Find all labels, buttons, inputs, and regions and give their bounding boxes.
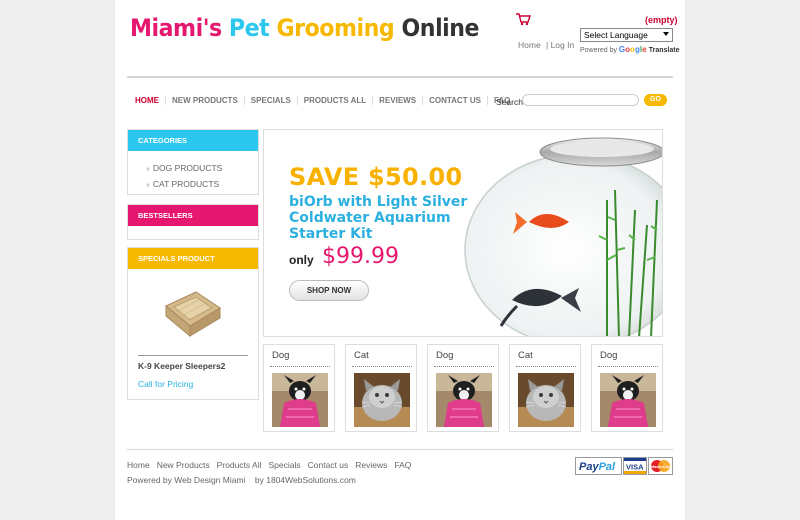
- product-label: Dog: [600, 350, 618, 361]
- header-divider: [127, 76, 673, 78]
- footer-link-new-products[interactable]: New Products: [157, 460, 210, 470]
- footer-nav: Home New Products Products All Specials Cont…: [127, 460, 418, 470]
- footer-credits: Powered by Web Design Miami by 1804WebSo…: [127, 475, 356, 485]
- cat-image[interactable]: [354, 373, 410, 427]
- categories-list: » DOG PRODUCTS » CAT PRODUCTS: [128, 151, 258, 193]
- footer-divider: [127, 449, 673, 450]
- footer-powered-link[interactable]: Powered by Web Design Miami: [127, 475, 245, 485]
- footer-link-home[interactable]: Home: [127, 460, 150, 470]
- nav-reviews[interactable]: REVIEWS: [373, 96, 424, 105]
- visa-icon: VISA: [623, 457, 647, 475]
- shop-now-button[interactable]: SHOP NOW: [289, 280, 369, 301]
- paypal-icon: PayPal: [575, 457, 622, 475]
- search-button[interactable]: GO: [644, 94, 667, 106]
- footer-by-link[interactable]: by 1804WebSolutions.com: [255, 475, 356, 485]
- banner-only-text: only: [289, 253, 314, 267]
- bullet-icon: »: [146, 182, 150, 189]
- cat-image[interactable]: [518, 373, 574, 427]
- product-label: Dog: [436, 350, 454, 361]
- mastercard-icon: MasterCard: [648, 457, 673, 475]
- svg-text:MasterCard: MasterCard: [651, 465, 673, 469]
- google-translate-credit: Powered by Google Translate: [580, 45, 680, 54]
- logo-part-miami: Miami's: [130, 14, 229, 42]
- header-login-link[interactable]: | Log In: [546, 40, 574, 50]
- svg-text:PayPal: PayPal: [579, 461, 616, 473]
- language-select-value: Select Language: [584, 30, 648, 40]
- product-card[interactable]: Dog: [427, 344, 499, 432]
- google-logo: Google: [618, 45, 647, 54]
- chevron-down-icon: [663, 32, 669, 36]
- page: Miami's Pet Grooming Online (empty) Sele…: [115, 0, 685, 520]
- bestsellers-title: BESTSELLERS: [128, 205, 258, 226]
- specials-box: SPECIALS PRODUCT K-9 Keeper Sleepers2 Ca…: [127, 247, 259, 400]
- banner-price: $99.99: [322, 244, 399, 269]
- footer-link-specials[interactable]: Specials: [269, 460, 301, 470]
- footer-link-reviews[interactable]: Reviews: [355, 460, 387, 470]
- footer-link-contact-us[interactable]: Contact us: [308, 460, 349, 470]
- logo-part-grooming: Grooming: [276, 14, 402, 42]
- svg-text:VISA: VISA: [626, 463, 644, 472]
- nav-specials[interactable]: SPECIALS: [245, 96, 298, 105]
- cart-status[interactable]: (empty): [645, 15, 678, 25]
- special-divider: [138, 355, 248, 356]
- logo-part-online: Online: [401, 14, 480, 42]
- dog-image[interactable]: [600, 373, 656, 427]
- categories-title: CATEGORIES: [128, 130, 258, 151]
- header-home-link[interactable]: Home: [518, 40, 541, 50]
- cart-icon[interactable]: [515, 12, 531, 26]
- nav-contact-us[interactable]: CONTACT US: [423, 96, 488, 105]
- footer-link-products-all[interactable]: Products All: [217, 460, 262, 470]
- category-cat-products[interactable]: » CAT PRODUCTS: [146, 177, 258, 193]
- translate-text: Translate: [648, 47, 680, 54]
- dog-image[interactable]: [436, 373, 492, 427]
- powered-by-text: Powered by: [580, 47, 617, 54]
- product-divider: [434, 366, 494, 367]
- product-card[interactable]: Cat: [345, 344, 417, 432]
- site-logo[interactable]: Miami's Pet Grooming Online: [130, 14, 480, 42]
- banner-description: biOrb with Light Silver Coldwater Aquari…: [289, 194, 468, 242]
- product-divider: [270, 366, 330, 367]
- pet-bed-image[interactable]: [160, 282, 225, 344]
- special-product-price[interactable]: Call for Pricing: [138, 379, 193, 389]
- categories-box: CATEGORIES » DOG PRODUCTS » CAT PRODUCTS: [127, 129, 259, 195]
- nav-home[interactable]: HOME: [127, 96, 166, 105]
- category-label: DOG PRODUCTS: [152, 163, 223, 173]
- product-label: Dog: [272, 350, 290, 361]
- bullet-icon: »: [146, 166, 150, 173]
- search-label: Search: [496, 97, 523, 107]
- nav-products-all[interactable]: PRODUCTS ALL: [298, 96, 374, 105]
- payment-icons: PayPal VISA MasterCard: [575, 457, 673, 475]
- footer-link-faq[interactable]: FAQ: [394, 460, 411, 470]
- search-input[interactable]: [522, 94, 639, 106]
- banner-save-text: SAVE $50.00: [289, 163, 463, 191]
- category-label: CAT PRODUCTS: [152, 179, 220, 189]
- product-label: Cat: [354, 350, 369, 361]
- category-dog-products[interactable]: » DOG PRODUCTS: [146, 161, 258, 177]
- product-divider: [352, 366, 412, 367]
- product-card[interactable]: Dog: [591, 344, 663, 432]
- bestsellers-box: BESTSELLERS: [127, 204, 259, 240]
- logo-part-pet: Pet: [228, 14, 277, 42]
- product-label: Cat: [518, 350, 533, 361]
- product-card[interactable]: Dog: [263, 344, 335, 432]
- main-nav: HOME NEW PRODUCTS SPECIALS PRODUCTS ALL REVI…: [127, 96, 516, 108]
- product-divider: [598, 366, 658, 367]
- language-select[interactable]: Select Language: [580, 28, 673, 42]
- promo-banner[interactable]: SAVE $50.00 biOrb with Light Silver Cold…: [263, 129, 663, 337]
- product-card[interactable]: Cat: [509, 344, 581, 432]
- fishbowl-image: [464, 137, 662, 336]
- dog-image[interactable]: [272, 373, 328, 427]
- special-product-name[interactable]: K-9 Keeper Sleepers2: [138, 361, 225, 371]
- nav-new-products[interactable]: NEW PRODUCTS: [166, 96, 245, 105]
- specials-title: SPECIALS PRODUCT: [128, 248, 258, 269]
- product-divider: [516, 366, 576, 367]
